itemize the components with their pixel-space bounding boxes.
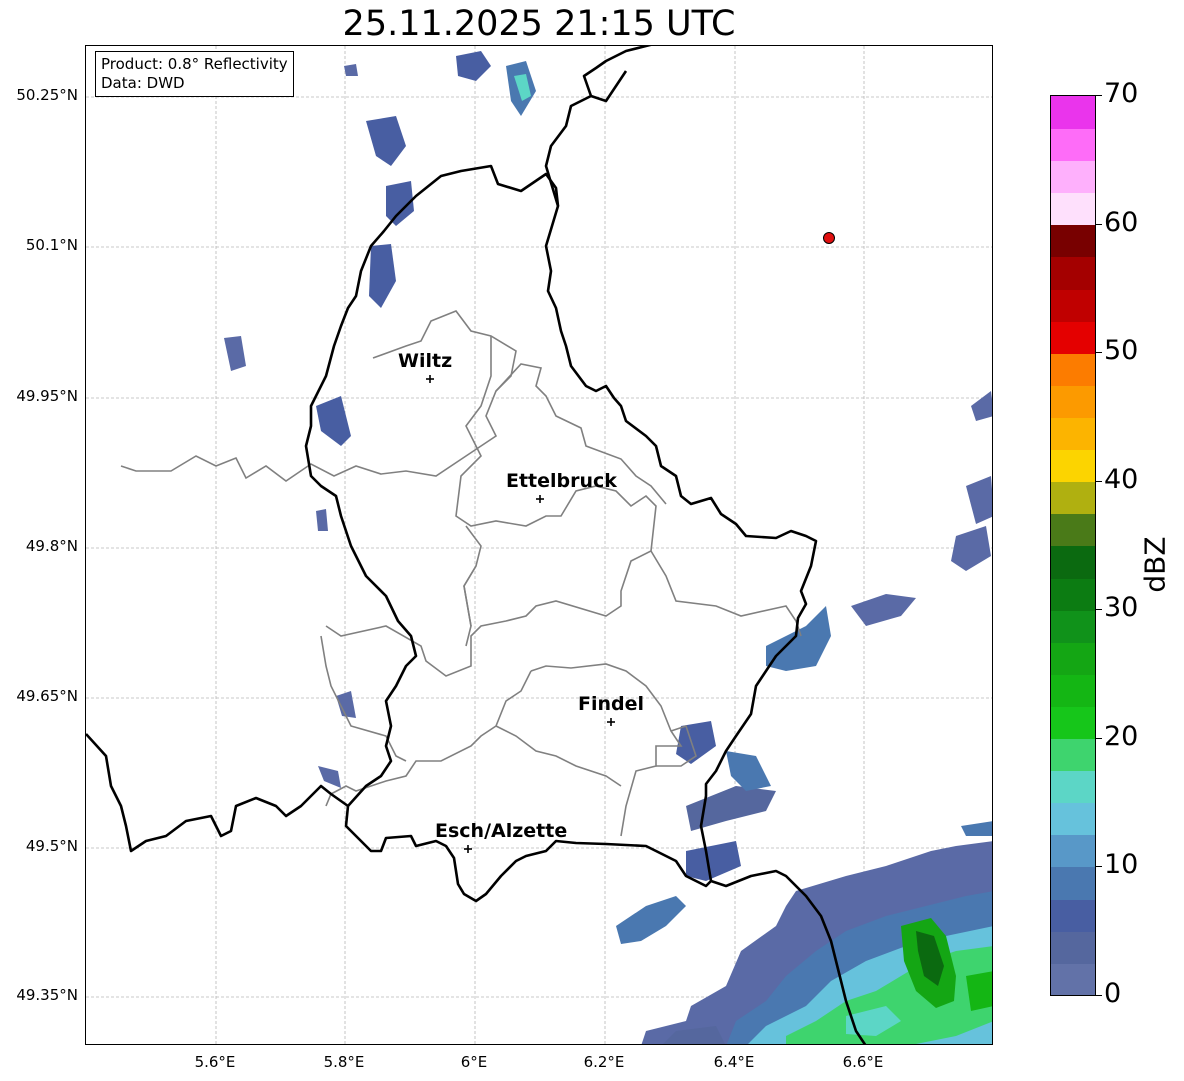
lon-tick: 6.6°E — [842, 1053, 884, 1071]
colorbar-tick-label: 40 — [1104, 463, 1139, 495]
colorbar-tick-mark — [1096, 609, 1102, 611]
colorbar-tick-label: 70 — [1104, 78, 1139, 109]
colorbar-tick-mark — [1096, 866, 1102, 868]
lon-tick: 5.8°E — [323, 1053, 365, 1071]
map-area[interactable] — [85, 45, 993, 1045]
colorbar-label: dBZ — [1138, 536, 1172, 593]
colorbar-segment — [1051, 192, 1095, 226]
lon-tick: 6.2°E — [583, 1053, 625, 1071]
colorbar-segment — [1051, 384, 1095, 418]
city-label-wiltz: Wiltz — [398, 350, 453, 372]
colorbar-segment — [1051, 128, 1095, 162]
colorbar-segment — [1051, 962, 1095, 995]
colorbar-segment — [1051, 320, 1095, 354]
info-box: Product: 0.8° Reflectivity Data: DWD — [95, 51, 294, 97]
city-label-findel: Findel — [578, 693, 645, 715]
colorbar-segment — [1051, 449, 1095, 483]
lat-tick: 49.8°N — [25, 537, 78, 555]
colorbar-tick-mark — [1096, 352, 1102, 354]
radar-site-marker — [823, 232, 835, 244]
colorbar-segment — [1051, 513, 1095, 547]
colorbar-segment — [1051, 834, 1095, 868]
lat-tick: 49.5°N — [25, 837, 78, 855]
colorbar-segment — [1051, 96, 1095, 129]
colorbar-tick-label: 0 — [1104, 978, 1122, 1009]
colorbar-segment — [1051, 802, 1095, 836]
colorbar-segment — [1051, 224, 1095, 258]
colorbar-tick-mark — [1096, 995, 1102, 996]
colorbar-segment — [1051, 706, 1095, 740]
city-label-ettelbruck: Ettelbruck — [506, 470, 617, 492]
colorbar-segment — [1051, 866, 1095, 900]
colorbar — [1050, 95, 1096, 996]
colorbar-segment — [1051, 641, 1095, 675]
data-source-text: Data: DWD — [101, 74, 185, 92]
lon-tick: 5.6°E — [194, 1053, 236, 1071]
colorbar-tick-mark — [1096, 480, 1102, 482]
colorbar-segment — [1051, 609, 1095, 643]
colorbar-segment — [1051, 352, 1095, 386]
colorbar-segment — [1051, 417, 1095, 451]
colorbar-tick-label: 50 — [1104, 335, 1139, 367]
colorbar-segment — [1051, 288, 1095, 322]
colorbar-segment — [1051, 545, 1095, 579]
lat-tick: 50.25°N — [16, 86, 78, 104]
colorbar-segment — [1051, 770, 1095, 804]
colorbar-segment — [1051, 481, 1095, 515]
colorbar-tick-label: 30 — [1104, 592, 1139, 624]
colorbar-segment — [1051, 577, 1095, 611]
colorbar-tick-label: 10 — [1104, 849, 1139, 881]
colorbar-segment — [1051, 256, 1095, 290]
colorbar-segment — [1051, 898, 1095, 932]
colorbar-segment — [1051, 930, 1095, 964]
country-borders — [86, 46, 867, 1044]
lat-tick: 50.1°N — [25, 236, 78, 254]
product-text: Product: 0.8° Reflectivity — [101, 55, 288, 73]
colorbar-segment — [1051, 673, 1095, 707]
map-svg — [86, 46, 992, 1044]
colorbar-tick-mark — [1096, 737, 1102, 739]
lat-tick: 49.65°N — [16, 687, 78, 705]
lon-tick: 6.4°E — [713, 1053, 755, 1071]
colorbar-tick-label: 20 — [1104, 720, 1139, 752]
lon-tick: 6°E — [460, 1053, 488, 1071]
colorbar-segment — [1051, 160, 1095, 194]
colorbar-tick-mark — [1096, 95, 1102, 96]
colorbar-segment — [1051, 738, 1095, 772]
lat-tick: 49.95°N — [16, 387, 78, 405]
city-label-esch: Esch/Alzette — [435, 820, 568, 842]
lat-tick: 49.35°N — [16, 986, 78, 1004]
colorbar-tick-label: 60 — [1104, 206, 1139, 238]
map-title: 25.11.2025 21:15 UTC — [342, 4, 736, 44]
colorbar-tick-mark — [1096, 223, 1102, 225]
